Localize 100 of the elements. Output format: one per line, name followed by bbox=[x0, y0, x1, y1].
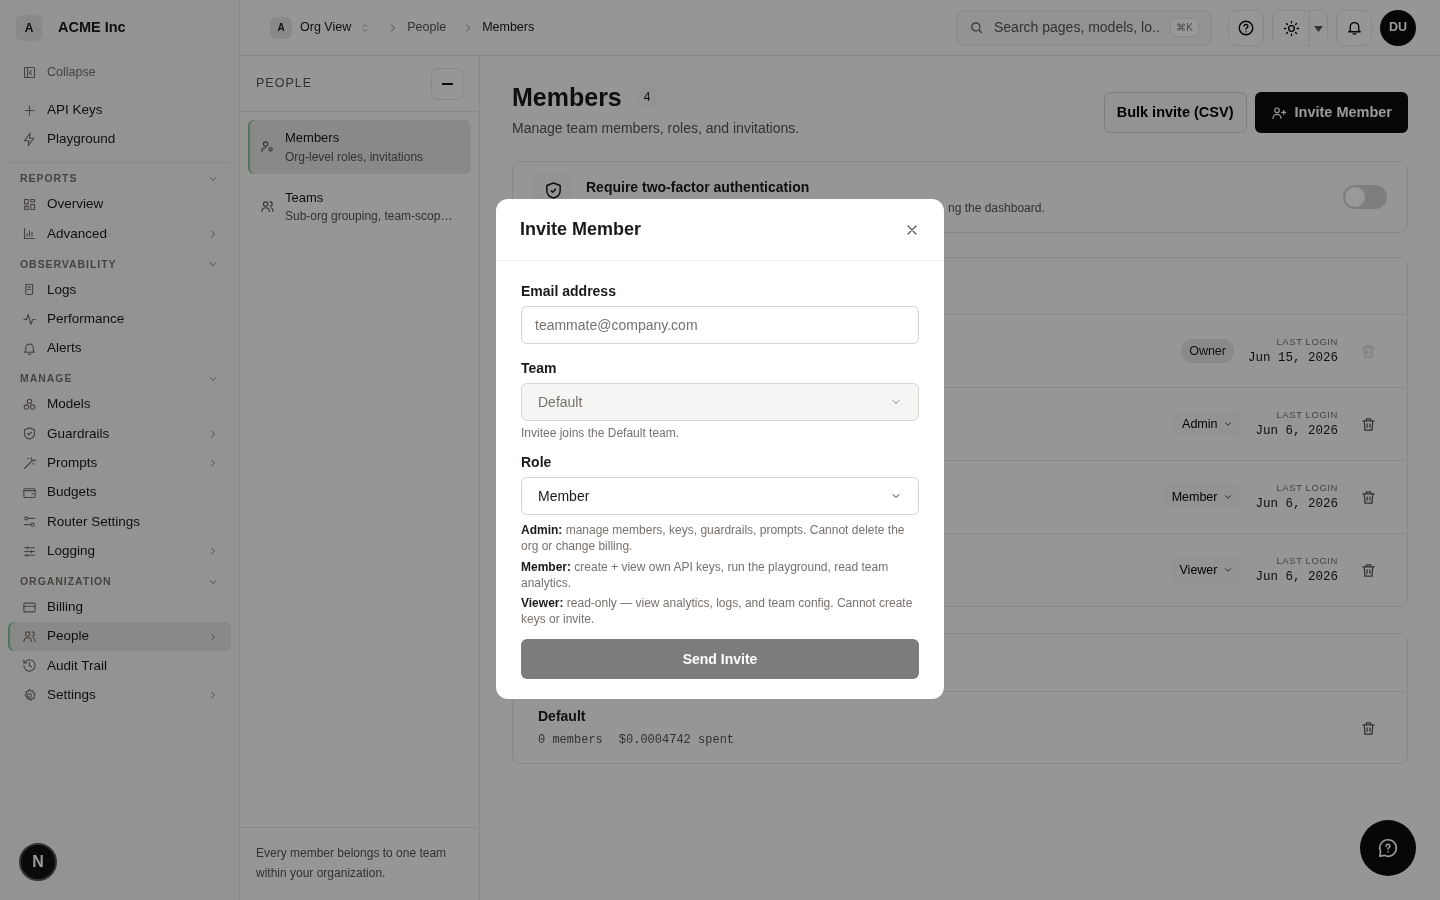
panel-item-description: Sub-org grouping, team-scop… bbox=[285, 208, 453, 225]
panel-item[interactable]: Members Org-level roles, invitations bbox=[248, 120, 471, 174]
org-avatar: A bbox=[16, 15, 42, 41]
help-button[interactable] bbox=[1228, 9, 1264, 46]
sidebar-item[interactable]: Advanced bbox=[8, 219, 231, 249]
setting-title: Require two-factor authentication bbox=[586, 177, 811, 197]
sidebar-item[interactable]: Audit Trail bbox=[8, 651, 231, 681]
help-icon bbox=[1237, 18, 1255, 37]
sidebar-item[interactable]: Playground bbox=[8, 124, 231, 155]
last-login-date: Jun 6, 2026 bbox=[1255, 495, 1338, 513]
trash-icon bbox=[1360, 719, 1377, 737]
card-icon bbox=[22, 599, 37, 615]
theme-menu-button[interactable] bbox=[1309, 10, 1327, 47]
panel-item-description: Org-level roles, invitations bbox=[285, 148, 424, 166]
collapse-button[interactable]: Collapse bbox=[8, 58, 231, 88]
trash-icon bbox=[1360, 562, 1377, 580]
chevron-down-icon bbox=[1223, 419, 1234, 429]
field-label: Email address bbox=[521, 282, 617, 301]
search-icon bbox=[969, 20, 984, 35]
wand-icon bbox=[22, 455, 37, 471]
last-login-date: Jun 6, 2026 bbox=[1255, 568, 1338, 586]
search-box[interactable]: Search pages, models, lo... ⌘K bbox=[956, 9, 1212, 46]
sidebar-item[interactable]: API Keys bbox=[8, 95, 231, 125]
shortcut-hint: ⌘K bbox=[1170, 18, 1199, 37]
sidebar-item[interactable]: Budgets bbox=[8, 477, 231, 508]
user-cog-icon bbox=[260, 139, 275, 155]
sun-icon bbox=[1282, 20, 1300, 37]
bulk-invite-button[interactable]: Bulk invite (CSV) bbox=[1103, 92, 1247, 133]
caret-icon bbox=[1314, 25, 1323, 32]
breadcrumb-item: Members bbox=[482, 19, 535, 37]
sidebar-item[interactable]: Models bbox=[8, 389, 231, 419]
last-login-label: LAST LOGIN bbox=[1275, 407, 1338, 422]
panel-item[interactable]: Teams Sub-org grouping, team-scop… bbox=[248, 179, 471, 233]
history-icon bbox=[22, 658, 37, 674]
role-badge: Owner bbox=[1181, 338, 1234, 364]
email-field[interactable]: teammate@company.com bbox=[521, 306, 919, 344]
section-heading: MANAGE bbox=[20, 371, 73, 387]
sidebar-item[interactable]: Logs bbox=[8, 274, 231, 305]
section-heading: OBSERVABILITY bbox=[20, 256, 117, 272]
sidebar-item[interactable]: People bbox=[8, 621, 231, 652]
shield-icon bbox=[22, 426, 37, 442]
search-field[interactable]: Search pages, models, lo... bbox=[992, 16, 1163, 39]
org-name[interactable]: ACME Inc bbox=[58, 17, 126, 39]
toggles-icon bbox=[22, 514, 37, 530]
role-select[interactable]: Member bbox=[521, 477, 919, 516]
sidebar-item[interactable]: Settings bbox=[8, 680, 231, 711]
last-login-label: LAST LOGIN bbox=[1275, 480, 1338, 495]
last-login-date: Jun 15, 2026 bbox=[1248, 349, 1338, 367]
setting-description: ng the dashboard. bbox=[948, 199, 1045, 217]
page-title: Members bbox=[512, 82, 622, 112]
shield-icon bbox=[545, 181, 561, 199]
team-member-count: 0 members bbox=[538, 732, 603, 749]
user-plus-icon bbox=[1270, 104, 1287, 121]
bolt-icon bbox=[22, 131, 37, 147]
invite-member-button[interactable]: Invite Member bbox=[1254, 92, 1408, 133]
role-description: Viewer: read-only — view analytics, logs, and team config. Cannot create keys or invite. bbox=[521, 594, 914, 628]
role-description: Member: create + view own API keys, run the playground, read team analytics. bbox=[521, 558, 890, 591]
org-avatar: A bbox=[270, 16, 292, 39]
panel-footer-note: Every member belongs to one team within your organization. bbox=[240, 827, 479, 900]
dialog-title: Invite Member bbox=[520, 218, 642, 241]
pulse-icon bbox=[22, 311, 37, 327]
users-icon bbox=[22, 629, 37, 645]
trash-icon bbox=[1360, 489, 1377, 507]
org-switcher[interactable]: Org View bbox=[300, 18, 352, 37]
sidebar-item[interactable]: Router Settings bbox=[8, 507, 231, 537]
chevron-down-icon bbox=[1223, 565, 1234, 575]
trash-icon bbox=[1360, 343, 1377, 361]
plus-icon bbox=[22, 102, 37, 118]
sidebar-item[interactable]: Logging bbox=[8, 536, 231, 566]
circles-icon bbox=[22, 396, 37, 412]
sidebar-item[interactable]: Billing bbox=[8, 592, 231, 622]
bell-icon bbox=[1345, 19, 1363, 36]
chat-button[interactable] bbox=[1360, 820, 1416, 876]
role-description: Admin: manage members, keys, guardrails, prompts. Cannot delete the org or change billing. bbox=[521, 522, 906, 555]
sidebar-panel-icon bbox=[22, 65, 37, 81]
toggle-switch[interactable] bbox=[1343, 185, 1387, 209]
last-login-label: LAST LOGIN bbox=[1275, 334, 1338, 349]
chevron-down-icon bbox=[1223, 492, 1234, 502]
field-label: Role bbox=[521, 453, 553, 473]
bell-icon bbox=[22, 340, 37, 356]
last-login-label: LAST LOGIN bbox=[1275, 553, 1338, 568]
sidebar-item[interactable]: Guardrails bbox=[8, 419, 231, 449]
team-name: Default bbox=[538, 707, 587, 726]
sliders-icon bbox=[22, 543, 37, 559]
last-login-date: Jun 6, 2026 bbox=[1255, 422, 1338, 440]
field-help: Invitee joins the Default team. bbox=[521, 425, 681, 442]
sidebar-item[interactable]: Performance bbox=[8, 304, 231, 334]
page-subtitle: Manage team members, roles, and invitations. bbox=[512, 119, 800, 138]
trash-icon bbox=[1360, 416, 1377, 434]
breadcrumb-item[interactable]: People bbox=[407, 18, 447, 37]
bar-chart-icon bbox=[22, 226, 37, 242]
sidebar-item[interactable]: Prompts bbox=[8, 448, 231, 478]
panel-item-title: Teams bbox=[285, 188, 325, 207]
sidebar-item[interactable]: Overview bbox=[8, 189, 231, 220]
panel-item-title: Members bbox=[285, 129, 341, 147]
settings-icon bbox=[22, 687, 37, 703]
notifications-button[interactable] bbox=[1336, 9, 1372, 46]
collapse-panel-button[interactable] bbox=[431, 67, 463, 100]
user-avatar[interactable]: DU bbox=[1380, 9, 1416, 46]
sidebar-item[interactable]: Alerts bbox=[8, 333, 231, 364]
